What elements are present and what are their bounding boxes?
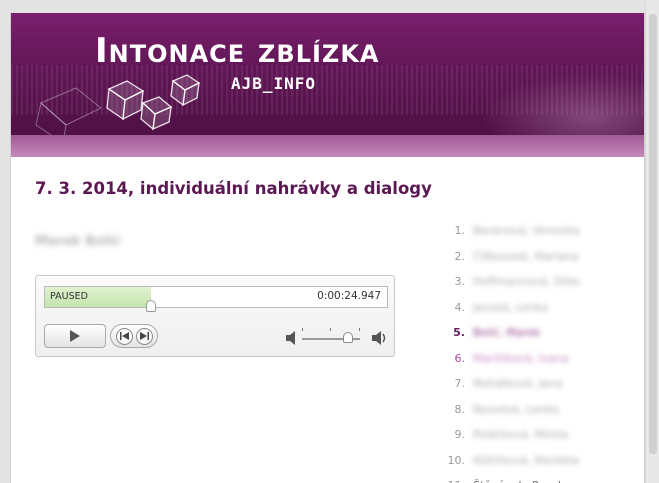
playlist-item-number: 7. [454,377,466,391]
playlist-item[interactable]: 4. Janská, Lenka [439,295,580,321]
site-subtitle: AJB_INFO [231,74,317,93]
playlist-item-number: 4. [454,300,466,314]
site-title[interactable]: Intonace zblízka [95,31,380,71]
playlist-item-number: 5. [453,326,465,340]
playlist-item[interactable]: 6. Marišiková, Ivana [439,346,580,372]
playlist-item-name[interactable]: Kůžičková, Markéta [473,454,579,467]
playlist-item-number: 6. [454,351,466,365]
scrollbar[interactable] [645,0,659,483]
playlist-item[interactable]: 8. Novotná, Lenka [439,397,580,423]
header-banner: Intonace zblízka AJB_INFO [11,13,644,157]
time-display: 0:00:24.947 [317,290,381,302]
playlist-item-name[interactable]: Mohálková, Jana [473,377,563,390]
playlist-item-name[interactable]: Novotná, Lenka [473,403,559,416]
skip-next-icon [139,332,149,340]
volume-handle[interactable] [343,332,354,343]
skip-controls [110,324,158,348]
speaker-high-icon[interactable] [372,331,388,345]
speaker-low-icon[interactable] [286,331,298,345]
skip-previous-icon [119,332,129,340]
speaker-name: Marek Bolić [35,234,121,249]
skip-previous-button[interactable] [115,327,133,345]
playlist-item[interactable]: 11.Štěpánek, Pavel [439,473,580,483]
banner-band [11,135,644,157]
recordings-list: 1. Baranová, Veronika 2. Čížkovská, Mariana… [439,218,580,483]
scrollbar-thumb[interactable] [649,14,657,454]
player-status: PAUSED [50,291,88,302]
playlist-item-number: 1. [454,224,466,238]
playlist-item-number: 10. [447,453,466,467]
playlist-item-name[interactable]: Štěpánek, Pavel [473,479,561,483]
playlist-item-number: 3. [454,275,466,289]
page-container: Intonace zblízka AJB_INFO 7. 3. 2014, in… [10,13,645,483]
playlist-item-number: 2. [454,249,466,263]
playlist-item[interactable]: 1. Baranová, Veronika [439,218,580,244]
playlist-item[interactable]: 7. Mohálková, Jana [439,371,580,397]
cubes-decoration-icon [35,74,201,143]
progress-handle[interactable] [146,300,157,312]
playlist-item-number: 8. [454,402,466,416]
playlist-item-number: 11. [439,479,473,483]
playlist-item-name[interactable]: Hoffmannová, Silke [473,275,580,288]
playlist-item-name[interactable]: Bolić, Marek [473,326,540,339]
progress-bar[interactable]: PAUSED 0:00:24.947 [44,286,388,312]
playlist-item-name[interactable]: Poláčková, Mirela [473,428,568,441]
skip-next-button[interactable] [135,327,153,345]
playlist-item[interactable]: 3. Hoffmannová, Silke [439,269,580,295]
playlist-item[interactable]: 5. Bolić, Marek [439,320,580,346]
playlist-item[interactable]: 9. Poláčková, Mirela [439,422,580,448]
playlist-item[interactable]: 2. Čížkovská, Mariana [439,244,580,270]
playlist-item-name[interactable]: Baranová, Veronika [473,224,580,237]
audio-player: PAUSED 0:00:24.947 [35,275,395,357]
play-icon [70,330,80,342]
article-title: 7. 3. 2014, individuální nahrávky a dial… [35,179,432,198]
playlist-item-number: 9. [454,428,466,442]
playlist-item-name[interactable]: Čížkovská, Mariana [473,250,579,263]
playlist-item-name[interactable]: Janská, Lenka [473,301,548,314]
playlist-item[interactable]: 10. Kůžičková, Markéta [439,448,580,474]
play-button[interactable] [44,324,106,348]
playlist-item-name[interactable]: Marišiková, Ivana [473,352,569,365]
volume-ticks [302,328,360,332]
